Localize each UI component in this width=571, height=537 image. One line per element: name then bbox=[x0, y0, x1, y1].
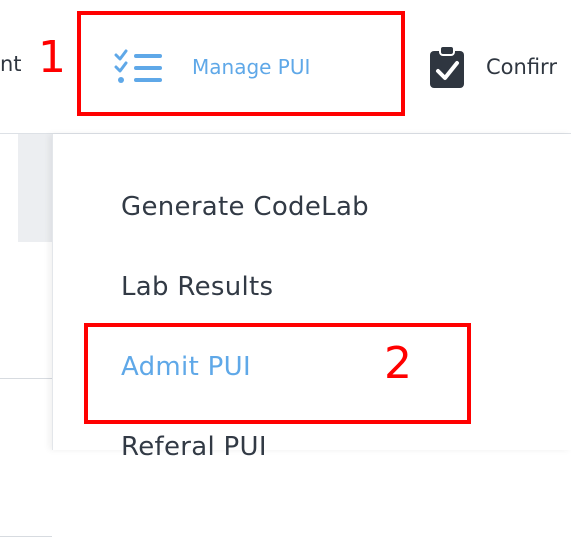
step-marker-2: 2 bbox=[384, 338, 412, 389]
clipboard-check-icon bbox=[430, 45, 464, 88]
step-marker-1: 1 bbox=[38, 32, 66, 83]
menu-item-lab-results[interactable]: Lab Results bbox=[121, 272, 273, 302]
nav-item-previous[interactable]: nt bbox=[0, 52, 22, 76]
highlight-box-step1 bbox=[77, 11, 405, 116]
highlight-box-step2 bbox=[84, 323, 471, 424]
nav-item-confirm[interactable]: Confirr bbox=[428, 45, 557, 89]
divider bbox=[0, 378, 52, 379]
panel-shade bbox=[18, 134, 52, 242]
nav-item-previous-label: nt bbox=[0, 52, 22, 76]
menu-item-referal-pui[interactable]: Referal PUI bbox=[121, 432, 267, 462]
left-content-panel bbox=[0, 134, 52, 537]
menu-item-generate-codelab[interactable]: Generate CodeLab bbox=[121, 192, 369, 222]
nav-item-confirm-label: Confirr bbox=[486, 55, 557, 79]
